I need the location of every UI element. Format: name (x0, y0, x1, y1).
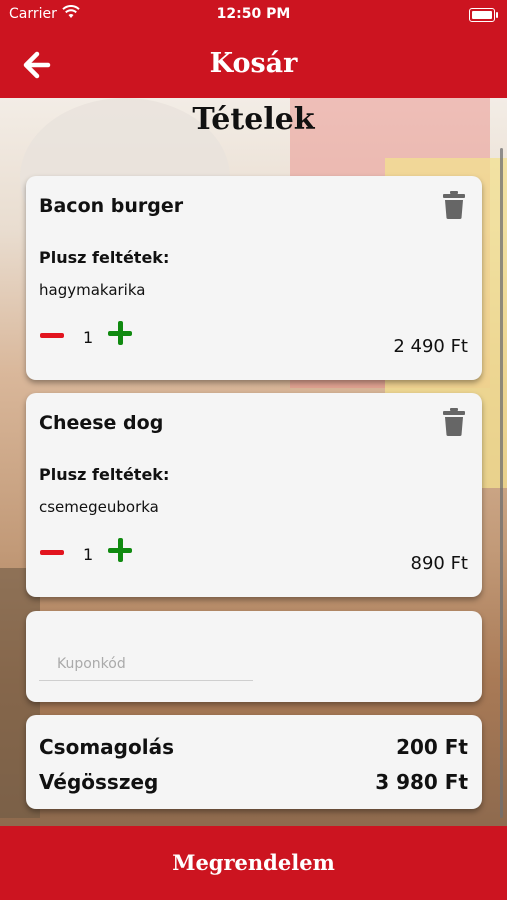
extras-label: Plusz feltétek: (39, 248, 170, 267)
trash-icon[interactable] (442, 407, 466, 437)
coupon-card (26, 611, 482, 702)
status-bar: Carrier 12:50 PM (0, 0, 507, 30)
trash-icon[interactable] (442, 190, 466, 220)
item-price: 890 Ft (410, 553, 469, 574)
total-value: 3 980 Ft (375, 770, 468, 794)
decrease-quantity-button[interactable] (40, 333, 64, 338)
packaging-label: Csomagolás (39, 735, 174, 759)
page-title: Kosár (209, 48, 298, 79)
decrease-quantity-button[interactable] (40, 550, 64, 555)
quantity-value: 1 (83, 545, 94, 564)
item-name: Bacon burger (39, 195, 184, 217)
item-price: 2 490 Ft (393, 336, 468, 357)
packaging-value: 200 Ft (396, 735, 468, 759)
cart-item-card: Cheese dog Plusz feltétek: csemegeuborka… (26, 393, 482, 597)
section-title: Tételek (192, 102, 315, 137)
quantity-value: 1 (83, 328, 94, 347)
increase-quantity-button[interactable] (108, 321, 132, 345)
extras-value: csemegeuborka (39, 498, 159, 516)
item-name: Cheese dog (39, 412, 164, 434)
summary-card: Csomagolás 200 Ft Végösszeg 3 980 Ft (26, 715, 482, 809)
extras-label: Plusz feltétek: (39, 465, 170, 484)
coupon-input[interactable] (39, 647, 253, 681)
order-button[interactable]: Megrendelem (0, 826, 507, 900)
cart-item-card: Bacon burger Plusz feltétek: hagymakarik… (26, 176, 482, 380)
battery-icon (469, 8, 498, 22)
scrollbar[interactable] (500, 148, 503, 818)
header-bar: Carrier 12:50 PM Kosár (0, 0, 507, 98)
status-time: 12:50 PM (216, 6, 291, 22)
total-label: Végösszeg (39, 770, 159, 794)
extras-value: hagymakarika (39, 281, 146, 299)
increase-quantity-button[interactable] (108, 538, 132, 562)
